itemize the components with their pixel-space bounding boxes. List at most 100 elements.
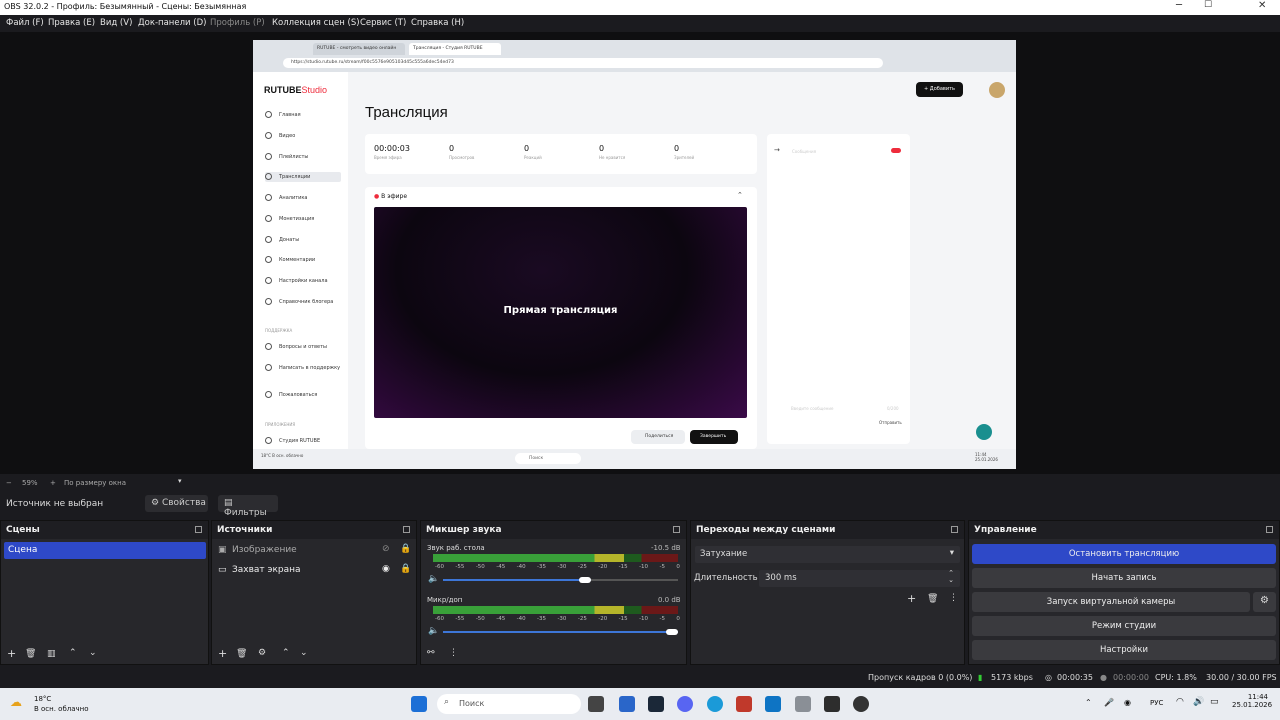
nav-label: Комментарии [279, 257, 316, 263]
edge-icon[interactable] [707, 696, 723, 712]
filter-icon[interactable]: ▥ [47, 649, 56, 659]
undock-icon[interactable] [951, 526, 958, 533]
eye-icon[interactable]: ◉ [382, 564, 390, 574]
close-icon[interactable]: ✕ [1258, 0, 1266, 11]
steam-icon[interactable] [648, 696, 664, 712]
volume-slider[interactable] [443, 577, 678, 583]
volume-icon[interactable]: 🔊 [1193, 697, 1204, 707]
more-vertical-icon[interactable]: ⋮ [949, 593, 958, 603]
trash-icon[interactable]: 🗑 [236, 649, 247, 659]
spinner-icon[interactable]: ⌃ ⌄ [948, 570, 954, 584]
flag-icon [265, 391, 272, 398]
undock-icon[interactable] [403, 526, 410, 533]
fit-mode-select[interactable]: По размеру окна [64, 479, 126, 487]
menu-edit[interactable]: Правка (E) [48, 18, 95, 28]
scene-item[interactable]: Сцена [4, 542, 206, 559]
nav-item: Плейлисты [265, 152, 341, 162]
chevron-up-icon[interactable]: ⌃ [1085, 698, 1092, 707]
clock[interactable]: 11:44 25.01.2026 [1232, 693, 1272, 709]
zoom-plus-icon[interactable]: + [50, 479, 56, 487]
add-icon[interactable]: + [7, 647, 16, 660]
source-item[interactable]: ▭ Захват экрана ◉ 🔒 [216, 564, 412, 579]
share-button: Поделиться [631, 430, 685, 444]
transition-select[interactable]: Затухание ▾ [695, 546, 960, 563]
weather-desc[interactable]: В осн. облачно [34, 705, 89, 713]
camera-icon[interactable]: ◉ [1124, 698, 1131, 707]
wifi-icon[interactable]: ◠ [1176, 697, 1184, 707]
battery-icon[interactable]: ▭ [1210, 697, 1219, 707]
volume-knob[interactable] [579, 577, 592, 583]
weather-temp[interactable]: 18°C [34, 695, 51, 703]
undock-icon[interactable] [673, 526, 680, 533]
menu-view[interactable]: Вид (V) [100, 18, 132, 28]
trash-icon[interactable]: 🗑 [25, 649, 36, 659]
app-icon[interactable] [795, 696, 811, 712]
app-icon[interactable] [736, 696, 752, 712]
volume-knob[interactable] [666, 629, 678, 635]
browser-tab-active: Трансляция - Студия RUTUBE [409, 43, 501, 55]
menu-profile[interactable]: Профиль (P) [210, 18, 265, 28]
weather-icon[interactable]: ☁ [10, 695, 22, 709]
scale-tick: -55 [455, 564, 465, 570]
undock-icon[interactable] [195, 526, 202, 533]
video-title: Прямая трансляция [503, 305, 618, 316]
mic-icon[interactable]: 🎤 [1104, 698, 1114, 707]
obs-icon[interactable] [853, 696, 869, 712]
scale-tick: 0 [676, 616, 680, 622]
hidden-eye-icon[interactable]: ⊘ [382, 544, 390, 554]
volume-slider[interactable] [443, 629, 678, 635]
add-icon[interactable]: + [907, 592, 916, 605]
move-up-icon[interactable]: ⌃ [69, 648, 77, 658]
volume-meter [433, 554, 678, 562]
more-vertical-icon[interactable]: ⋮ [449, 648, 458, 658]
speaker-icon[interactable]: 🔈 [428, 574, 439, 584]
filters-button[interactable]: ▤ Фильтры [218, 495, 278, 518]
volume-fill [443, 631, 678, 633]
app-icon[interactable] [824, 696, 840, 712]
virtual-camera-button[interactable]: Запуск виртуальной камеры [972, 592, 1250, 612]
lock-icon[interactable]: 🔒 [400, 564, 411, 574]
menu-docks[interactable]: Док-панели (D) [138, 18, 206, 28]
settings-button[interactable]: Настройки [972, 640, 1276, 660]
nav-item: Донаты [265, 235, 341, 245]
undock-icon[interactable] [1266, 526, 1273, 533]
gear-icon[interactable]: ⚙ [1253, 592, 1276, 612]
trash-icon[interactable]: 🗑 [927, 594, 938, 604]
speaker-icon[interactable]: 🔈 [428, 626, 439, 636]
lock-icon[interactable]: 🔒 [400, 544, 411, 554]
gear-icon[interactable]: ⚙ [258, 648, 266, 658]
chat-header: Сообщения [792, 149, 817, 154]
cpu-usage: CPU: 1.8% [1155, 673, 1197, 682]
menu-tools[interactable]: Сервис (T) [360, 18, 406, 28]
nav-label: Написать в поддержку [279, 365, 341, 371]
minimize-icon[interactable]: ─ [1176, 0, 1182, 11]
taskbar-search[interactable]: ⌕ Поиск [437, 694, 581, 714]
menu-scene-collection[interactable]: Коллекция сцен (S) [272, 18, 360, 28]
scale-tick: -30 [557, 616, 567, 622]
stop-stream-button[interactable]: Остановить трансляцию [972, 544, 1276, 564]
clock-date: 25.01.2026 [1232, 701, 1273, 709]
move-down-icon[interactable]: ⌄ [89, 648, 97, 658]
monitor-icon: ▭ [218, 565, 227, 575]
store-icon[interactable] [619, 696, 635, 712]
maximize-icon[interactable]: ☐ [1204, 0, 1212, 10]
language-indicator[interactable]: РУС [1150, 699, 1163, 707]
task-view-icon[interactable] [588, 696, 604, 712]
duration-input[interactable]: 300 ms ⌃ ⌄ [759, 570, 960, 587]
discord-icon[interactable] [677, 696, 693, 712]
menu-file[interactable]: Файл (F) [6, 18, 44, 28]
clock-time: 11:44 [1247, 693, 1268, 701]
properties-button[interactable]: ⚙ Свойства [145, 495, 208, 512]
move-up-icon[interactable]: ⌃ [282, 648, 290, 658]
add-icon[interactable]: + [218, 647, 227, 660]
link-icon[interactable]: ⚯ [427, 648, 435, 658]
start-icon[interactable] [411, 696, 427, 712]
menu-help[interactable]: Справка (H) [411, 18, 464, 28]
studio-mode-button[interactable]: Режим студии [972, 616, 1276, 636]
app-icon[interactable] [765, 696, 781, 712]
move-down-icon[interactable]: ⌄ [300, 648, 308, 658]
chevron-down-icon[interactable]: ▾ [178, 477, 182, 485]
source-item[interactable]: ▣ Изображение ⊘ 🔒 [216, 544, 412, 559]
start-recording-button[interactable]: Начать запись [972, 568, 1276, 588]
zoom-minus-icon[interactable]: − [6, 479, 12, 487]
